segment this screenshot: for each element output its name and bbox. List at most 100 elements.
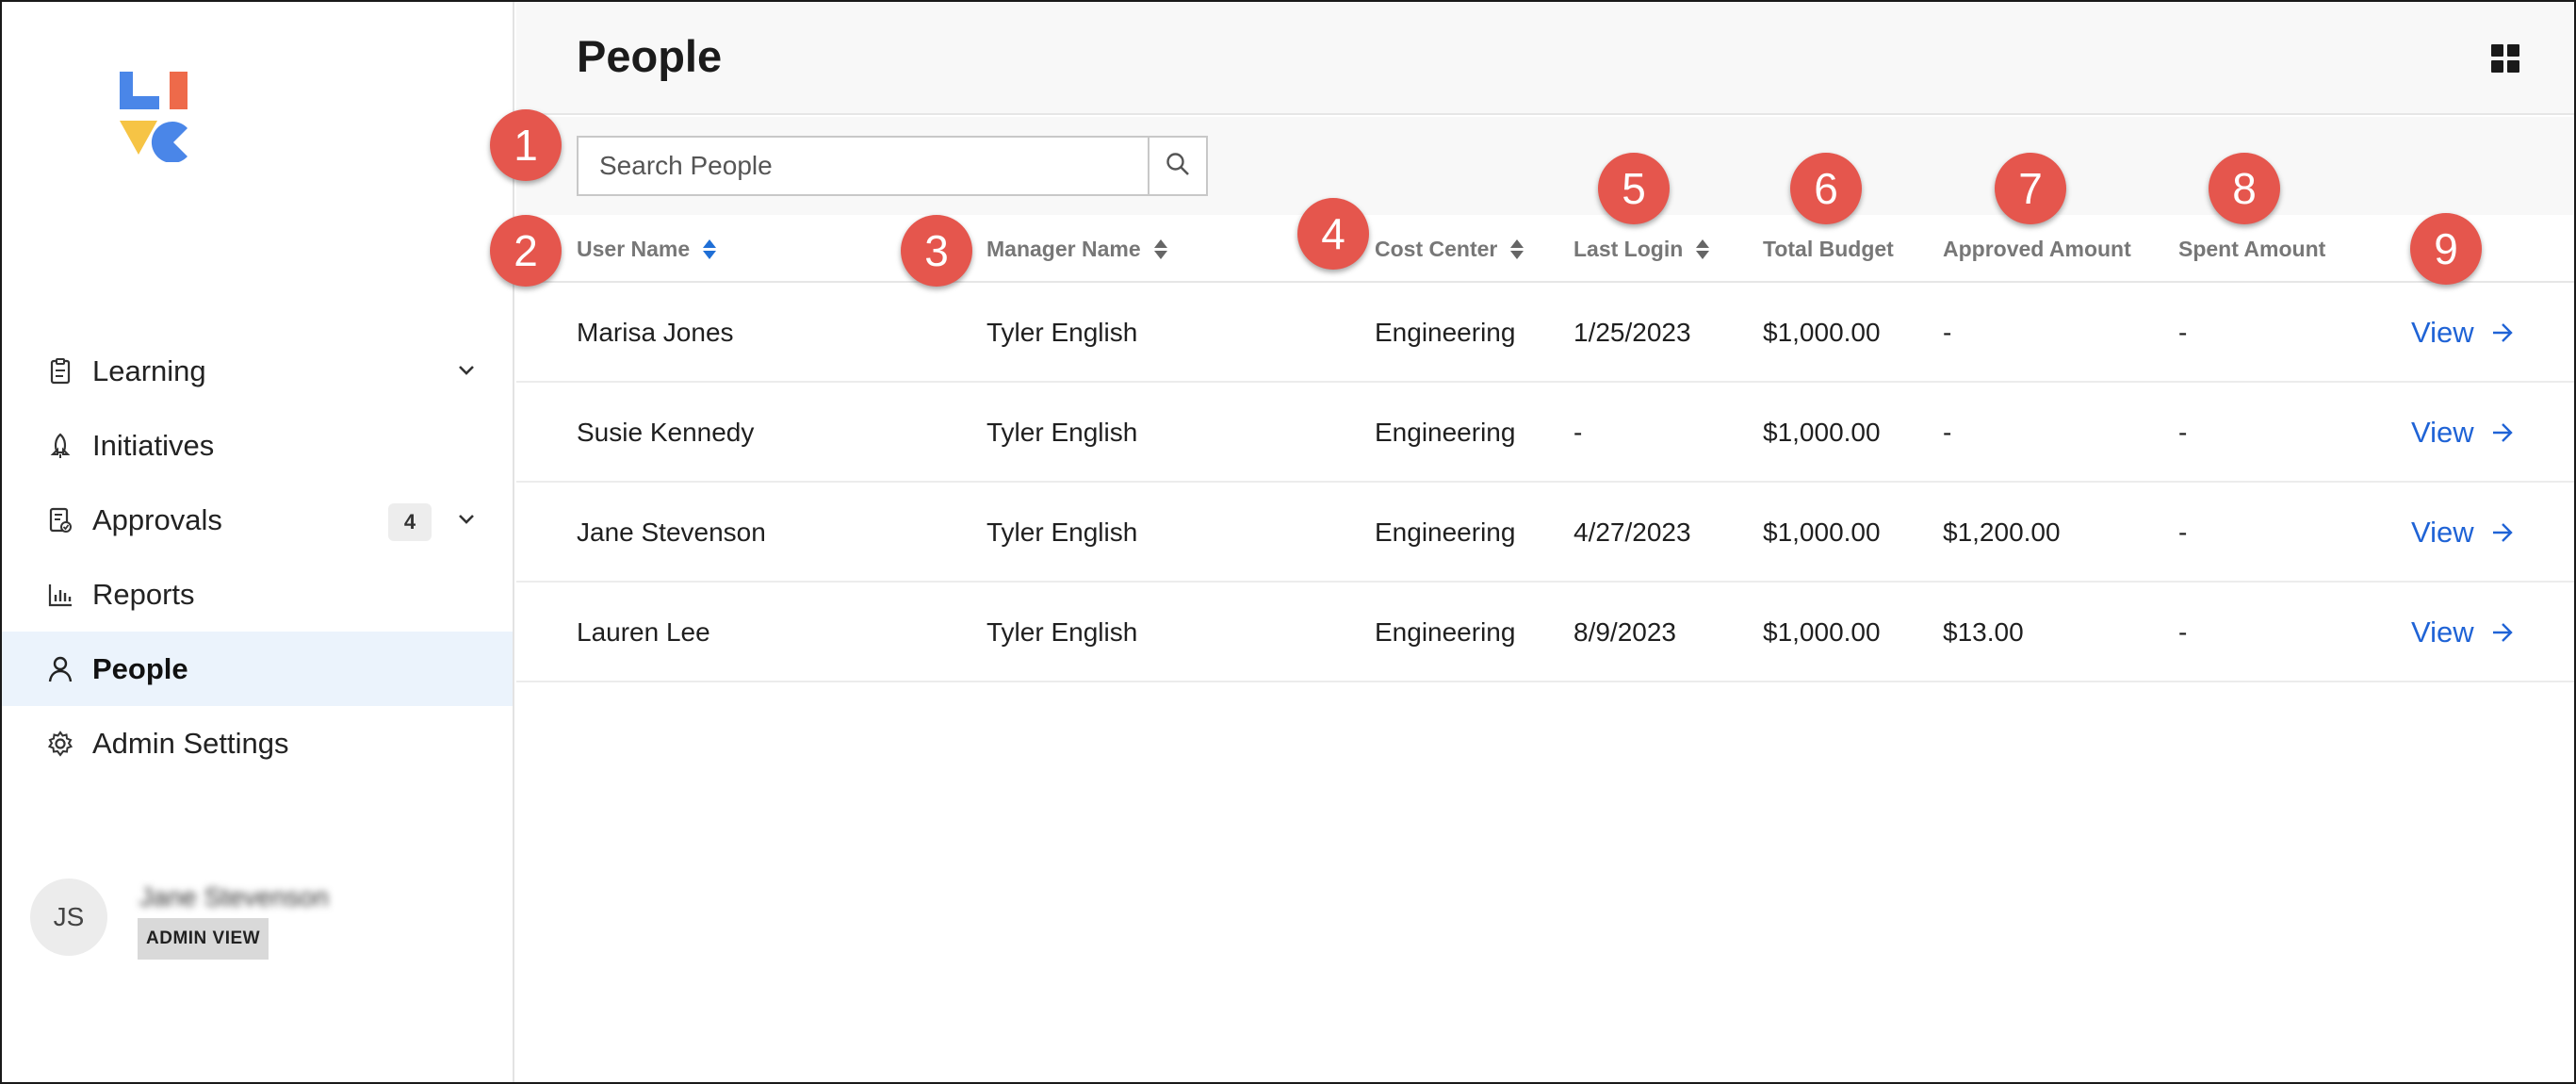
gear-icon: [47, 730, 73, 757]
sidebar-item-label: Learning: [92, 353, 206, 387]
sidebar-item-label: Reports: [92, 577, 195, 611]
sort-icon[interactable]: [1153, 238, 1167, 259]
cell-cost-center: Engineering: [1375, 418, 1516, 447]
callout-marker: 4: [1297, 198, 1369, 270]
cell-user-name: Marisa Jones: [577, 318, 734, 347]
chevron-down-icon[interactable]: [454, 507, 479, 532]
column-header-manager-name[interactable]: Manager Name: [986, 215, 1167, 283]
view-button[interactable]: View: [2411, 416, 2514, 450]
callout-marker: 2: [490, 215, 562, 287]
view-link[interactable]: View: [2411, 483, 2514, 583]
column-label: Manager Name: [986, 236, 1141, 261]
clipboard-icon: [47, 357, 73, 385]
view-button[interactable]: View: [2411, 316, 2514, 350]
column-label: Approved Amount: [1943, 236, 2131, 261]
app-logo[interactable]: [120, 72, 204, 163]
table-row: Lauren Lee Tyler English Engineering 8/9…: [516, 583, 2574, 682]
callout-marker: 1: [490, 109, 562, 181]
cell-cost-center: Engineering: [1375, 517, 1516, 547]
sidebar-item-reports[interactable]: Reports: [2, 557, 513, 632]
search-button[interactable]: [1148, 136, 1208, 196]
sidebar-item-label: People: [92, 651, 188, 685]
sidebar-item-learning[interactable]: Learning: [2, 334, 513, 408]
sidebar-item-admin-settings[interactable]: Admin Settings: [2, 706, 513, 780]
cell-spent-amount: -: [2178, 318, 2188, 347]
sort-icon[interactable]: [1510, 238, 1524, 259]
cell-last-login: -: [1573, 418, 1583, 447]
view-label: View: [2411, 516, 2474, 549]
sidebar-item-label: Approvals: [92, 502, 222, 536]
people-table: User Name Manager Name Cost Center Last …: [516, 215, 2574, 682]
table-row: Marisa Jones Tyler English Engineering 1…: [516, 283, 2574, 383]
cell-approved-amount: $13.00: [1943, 617, 2024, 647]
column-header-total-budget: Total Budget: [1763, 215, 1894, 283]
page-title: People: [577, 31, 723, 81]
cell-manager-name: Tyler English: [986, 418, 1138, 447]
callout-marker: 9: [2410, 213, 2482, 285]
view-label: View: [2411, 616, 2474, 649]
column-header-approved-amount: Approved Amount: [1943, 215, 2131, 283]
search-bar: [577, 136, 1208, 196]
view-link[interactable]: View: [2411, 583, 2514, 682]
view-label: View: [2411, 316, 2474, 349]
column-header-spent-amount: Spent Amount: [2178, 215, 2325, 283]
arrow-right-icon: [2492, 323, 2513, 342]
cell-last-login: 1/25/2023: [1573, 318, 1691, 347]
cell-user-name: Jane Stevenson: [577, 517, 766, 547]
callout-marker: 7: [1995, 153, 2066, 224]
cell-total-budget: $1,000.00: [1763, 617, 1881, 647]
bar-chart-icon: [47, 582, 73, 608]
sidebar: Learning Initiatives Approvals 4 Reports…: [2, 2, 514, 1082]
sidebar-item-label: Initiatives: [92, 428, 215, 462]
cell-total-budget: $1,000.00: [1763, 517, 1881, 547]
approvals-count-badge: 4: [388, 503, 432, 541]
sidebar-item-label: Admin Settings: [92, 726, 289, 760]
callout-marker: 3: [901, 215, 972, 287]
column-label: Last Login: [1573, 236, 1684, 261]
table-header: User Name Manager Name Cost Center Last …: [516, 215, 2574, 283]
column-header-cost-center[interactable]: Cost Center: [1375, 215, 1524, 283]
view-link[interactable]: View: [2411, 283, 2514, 383]
avatar[interactable]: JS: [30, 879, 107, 956]
cell-cost-center: Engineering: [1375, 617, 1516, 647]
arrow-right-icon: [2492, 523, 2513, 542]
callout-marker: 6: [1790, 153, 1862, 224]
arrow-right-icon: [2492, 423, 2513, 442]
chevron-down-icon[interactable]: [454, 358, 479, 383]
app-window: Learning Initiatives Approvals 4 Reports…: [0, 0, 2576, 1084]
cell-spent-amount: -: [2178, 617, 2188, 647]
cell-spent-amount: -: [2178, 418, 2188, 447]
grid-view-icon[interactable]: [2491, 44, 2519, 73]
search-icon: [1165, 151, 1191, 182]
sort-icon[interactable]: [1696, 238, 1710, 259]
callout-marker: 8: [2209, 153, 2280, 224]
cell-spent-amount: -: [2178, 517, 2188, 547]
approvals-icon: [47, 507, 73, 534]
cell-approved-amount: $1,200.00: [1943, 517, 2061, 547]
column-header-last-login[interactable]: Last Login: [1573, 215, 1710, 283]
user-profile[interactable]: JS Jane Stevenson ADMIN VIEW: [30, 879, 482, 973]
search-input[interactable]: [577, 136, 1148, 196]
view-button[interactable]: View: [2411, 516, 2514, 550]
person-icon: [47, 656, 73, 682]
cell-user-name: Lauren Lee: [577, 617, 710, 647]
cell-manager-name: Tyler English: [986, 318, 1138, 347]
view-link[interactable]: View: [2411, 383, 2514, 483]
cell-user-name: Susie Kennedy: [577, 418, 755, 447]
view-label: View: [2411, 416, 2474, 449]
cell-total-budget: $1,000.00: [1763, 418, 1881, 447]
sort-icon[interactable]: [703, 238, 717, 259]
sidebar-item-people[interactable]: People: [2, 632, 513, 706]
page-header: People: [516, 2, 2574, 115]
user-name: Jane Stevenson: [139, 882, 329, 912]
table-row: Jane Stevenson Tyler English Engineering…: [516, 483, 2574, 583]
table-row: Susie Kennedy Tyler English Engineering …: [516, 383, 2574, 483]
cell-last-login: 8/9/2023: [1573, 617, 1676, 647]
rocket-icon: [47, 433, 73, 459]
sidebar-item-approvals[interactable]: Approvals 4: [2, 483, 513, 557]
column-header-user-name[interactable]: User Name: [577, 215, 717, 283]
callout-marker: 5: [1598, 153, 1670, 224]
view-button[interactable]: View: [2411, 616, 2514, 649]
cell-total-budget: $1,000.00: [1763, 318, 1881, 347]
sidebar-item-initiatives[interactable]: Initiatives: [2, 408, 513, 483]
